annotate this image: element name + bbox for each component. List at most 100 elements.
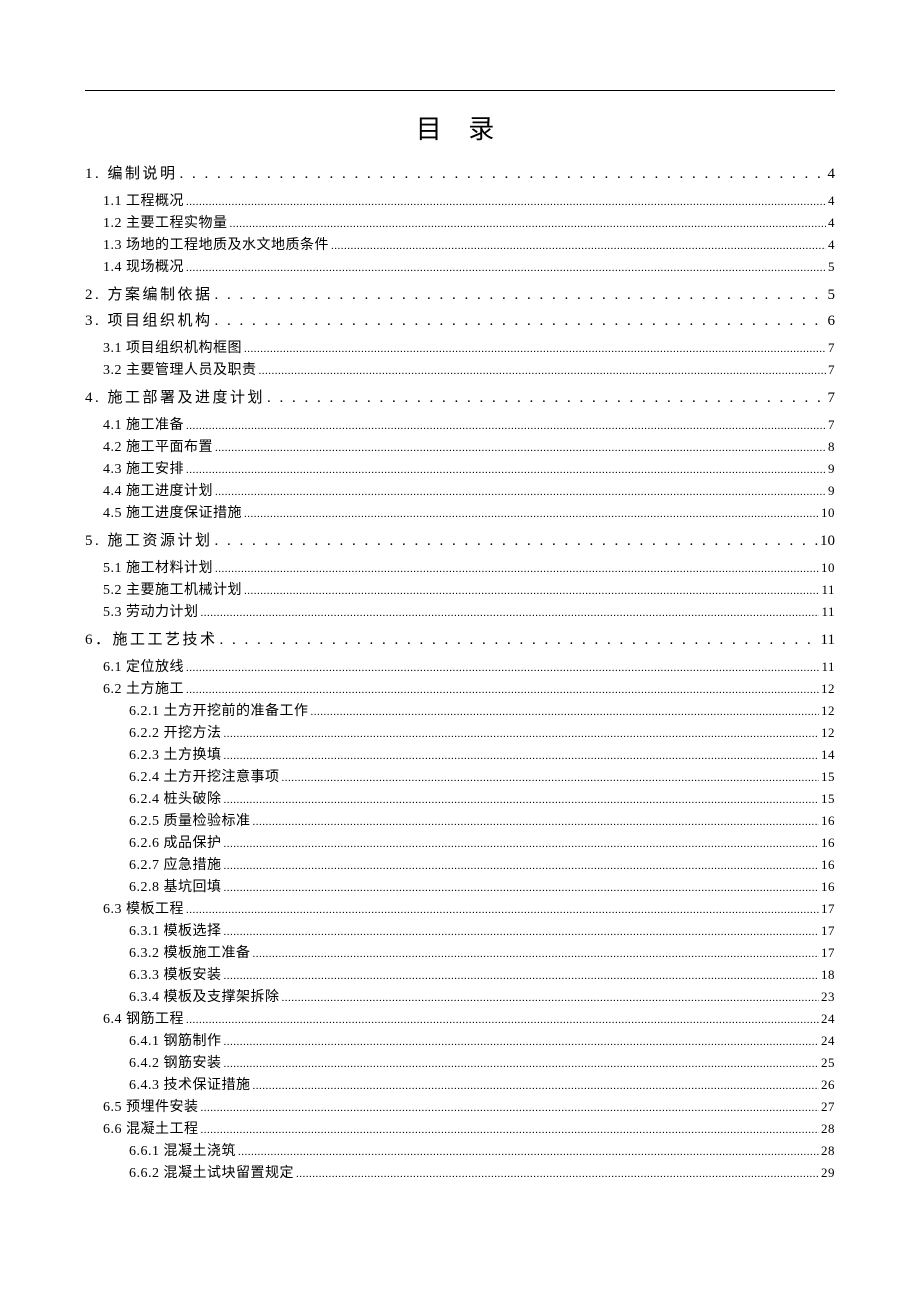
toc-label: 6.2.6 成品保护 (129, 832, 222, 852)
toc-entry-l3: 6.3.3 模板安装..............................… (129, 964, 835, 984)
toc-page: 4 (828, 193, 835, 209)
toc-leader-dots: . . . . . . . . . . . . . . . . . . . . … (220, 632, 819, 649)
toc-subblock: 3.1 项目组织机构框图............................… (85, 337, 835, 379)
toc-page: 11 (821, 659, 835, 675)
toc-entry-l3: 6.6.1 混凝土浇筑.............................… (129, 1140, 835, 1160)
toc-label: 1. 编制说明 (85, 162, 178, 183)
toc-label: 5.2 主要施工机械计划 (103, 579, 242, 599)
toc-page: 9 (828, 461, 835, 477)
toc-page: 8 (828, 439, 835, 455)
toc-leader-dots: ........................................… (186, 662, 819, 674)
toc-page: 17 (821, 945, 835, 961)
toc-label: 4.2 施工平面布置 (103, 436, 213, 456)
toc-label: 4.3 施工安排 (103, 458, 184, 478)
toc-entry-l2: 3.2 主要管理人员及职责...........................… (103, 359, 835, 379)
toc-subblock: 1.1 工程概况................................… (85, 190, 835, 276)
toc-entry-l2: 1.1 工程概况................................… (103, 190, 835, 210)
toc-leader-dots: ........................................… (224, 728, 820, 740)
toc-leader-dots: ........................................… (224, 794, 820, 806)
toc-label: 6.2.1 土方开挖前的准备工作 (129, 700, 309, 720)
toc-label: 6.2.7 应急措施 (129, 854, 222, 874)
toc-label: 6.5 预埋件安装 (103, 1096, 199, 1116)
toc-page: 28 (821, 1143, 835, 1159)
toc-leader-dots: ........................................… (186, 262, 826, 274)
toc-label: 6.3 模板工程 (103, 898, 184, 918)
toc-entry-l2: 4.2 施工平面布置..............................… (103, 436, 835, 456)
toc-leader-dots: ........................................… (201, 1124, 820, 1136)
toc-leader-dots: . . . . . . . . . . . . . . . . . . . . … (267, 390, 825, 407)
toc-label: 6.4.1 钢筋制作 (129, 1030, 222, 1050)
toc-leader-dots: . . . . . . . . . . . . . . . . . . . . … (215, 287, 826, 304)
toc-entry-l2: 3.1 项目组织机构框图............................… (103, 337, 835, 357)
toc-label: 6.6.1 混凝土浇筑 (129, 1140, 236, 1160)
toc-leader-dots: ........................................… (230, 218, 827, 230)
toc-entry-l2: 6.4 钢筋工程................................… (103, 1008, 835, 1028)
toc-entry-l2: 6.3 模板工程................................… (103, 898, 835, 918)
toc-leader-dots: ........................................… (186, 464, 826, 476)
toc-label: 1.2 主要工程实物量 (103, 212, 228, 232)
toc-page: 10 (821, 505, 835, 521)
toc-page: 5 (828, 287, 836, 304)
toc-label: 6.2.3 土方换填 (129, 744, 222, 764)
toc-leader-dots: ........................................… (253, 948, 820, 960)
toc-entry-l3: 6.3.4 模板及支撑架拆除..........................… (129, 986, 835, 1006)
toc-leader-dots: ........................................… (186, 904, 819, 916)
toc-entry-l3: 6.2.7 应急措施..............................… (129, 854, 835, 874)
toc-page: 11 (821, 632, 835, 649)
toc-entry-l2: 5.1 施工材料计划..............................… (103, 557, 835, 577)
toc-subblock: 6.1 定位放线................................… (85, 656, 835, 1182)
toc-label: 5.3 劳动力计划 (103, 601, 199, 621)
toc-page: 5 (828, 259, 835, 275)
toc-leader-dots: . . . . . . . . . . . . . . . . . . . . … (215, 533, 818, 550)
toc-entry-l3: 6.2.1 土方开挖前的准备工作........................… (129, 700, 835, 720)
toc-leader-dots: ........................................… (282, 772, 820, 784)
toc-label: 6.4 钢筋工程 (103, 1008, 184, 1028)
toc-label: 5.1 施工材料计划 (103, 557, 213, 577)
toc-label: 4. 施工部署及进度计划 (85, 386, 265, 407)
toc-leader-dots: ........................................… (186, 196, 826, 208)
toc-entry-l2: 1.3 场地的工程地质及水文地质条件......................… (103, 234, 835, 254)
toc-entry-l2: 4.1 施工准备................................… (103, 414, 835, 434)
toc-leader-dots: ........................................… (224, 926, 820, 938)
toc-leader-dots: . . . . . . . . . . . . . . . . . . . . … (215, 313, 826, 330)
toc-entry-l2: 6.2 土方施工................................… (103, 678, 835, 698)
toc-leader-dots: ........................................… (244, 343, 826, 355)
toc-label: 6.6.2 混凝土试块留置规定 (129, 1162, 294, 1182)
toc-entry-l3: 6.4.3 技术保证措施............................… (129, 1074, 835, 1094)
toc-label: 6.2.5 质量检验标准 (129, 810, 251, 830)
toc-leader-dots: ........................................… (224, 860, 820, 872)
toc-label: 6.2 土方施工 (103, 678, 184, 698)
toc-label: 6.2.8 基坑回填 (129, 876, 222, 896)
toc-entry-l2: 5.3 劳动力计划...............................… (103, 601, 835, 621)
table-of-contents: 1. 编制说明 . . . . . . . . . . . . . . . . .… (85, 162, 835, 1182)
toc-leader-dots: ........................................… (224, 1058, 820, 1070)
toc-label: 3.1 项目组织机构框图 (103, 337, 242, 357)
toc-entry-l2: 6.1 定位放线................................… (103, 656, 835, 676)
toc-label: 1.4 现场概况 (103, 256, 184, 276)
toc-leader-dots: ........................................… (224, 1036, 820, 1048)
toc-page: 4 (828, 166, 836, 183)
toc-page: 24 (821, 1033, 835, 1049)
toc-label: 6.3.2 模板施工准备 (129, 942, 251, 962)
toc-page: 7 (828, 340, 835, 356)
toc-entry-l3: 6.2.4 桩头破除..............................… (129, 788, 835, 808)
toc-leader-dots: ........................................… (311, 706, 820, 718)
toc-label: 6.3.4 模板及支撑架拆除 (129, 986, 280, 1006)
toc-label: 6.4.2 钢筋安装 (129, 1052, 222, 1072)
toc-leader-dots: ........................................… (224, 750, 820, 762)
toc-page: 11 (821, 604, 835, 620)
toc-entry-l3: 6.4.2 钢筋安装..............................… (129, 1052, 835, 1072)
toc-entry-l3: 6.3.1 模板选择..............................… (129, 920, 835, 940)
toc-entry-l3: 6.4.1 钢筋制作..............................… (129, 1030, 835, 1050)
toc-leader-dots: ........................................… (259, 365, 827, 377)
toc-entry-l3: 6.2.8 基坑回填..............................… (129, 876, 835, 896)
toc-entry-l2: 4.4 施工进度计划..............................… (103, 480, 835, 500)
toc-label: 6.3.3 模板安装 (129, 964, 222, 984)
toc-page: 17 (821, 923, 835, 939)
toc-entry-l1: 1. 编制说明. . . . . . . . . . . . . . . . .… (85, 162, 835, 183)
toc-entry-l2: 6.5 预埋件安装...............................… (103, 1096, 835, 1116)
toc-label: 1.3 场地的工程地质及水文地质条件 (103, 234, 329, 254)
toc-label: 6.6 混凝土工程 (103, 1118, 199, 1138)
toc-entry-l2: 4.3 施工安排................................… (103, 458, 835, 478)
toc-entry-l2: 5.2 主要施工机械计划............................… (103, 579, 835, 599)
